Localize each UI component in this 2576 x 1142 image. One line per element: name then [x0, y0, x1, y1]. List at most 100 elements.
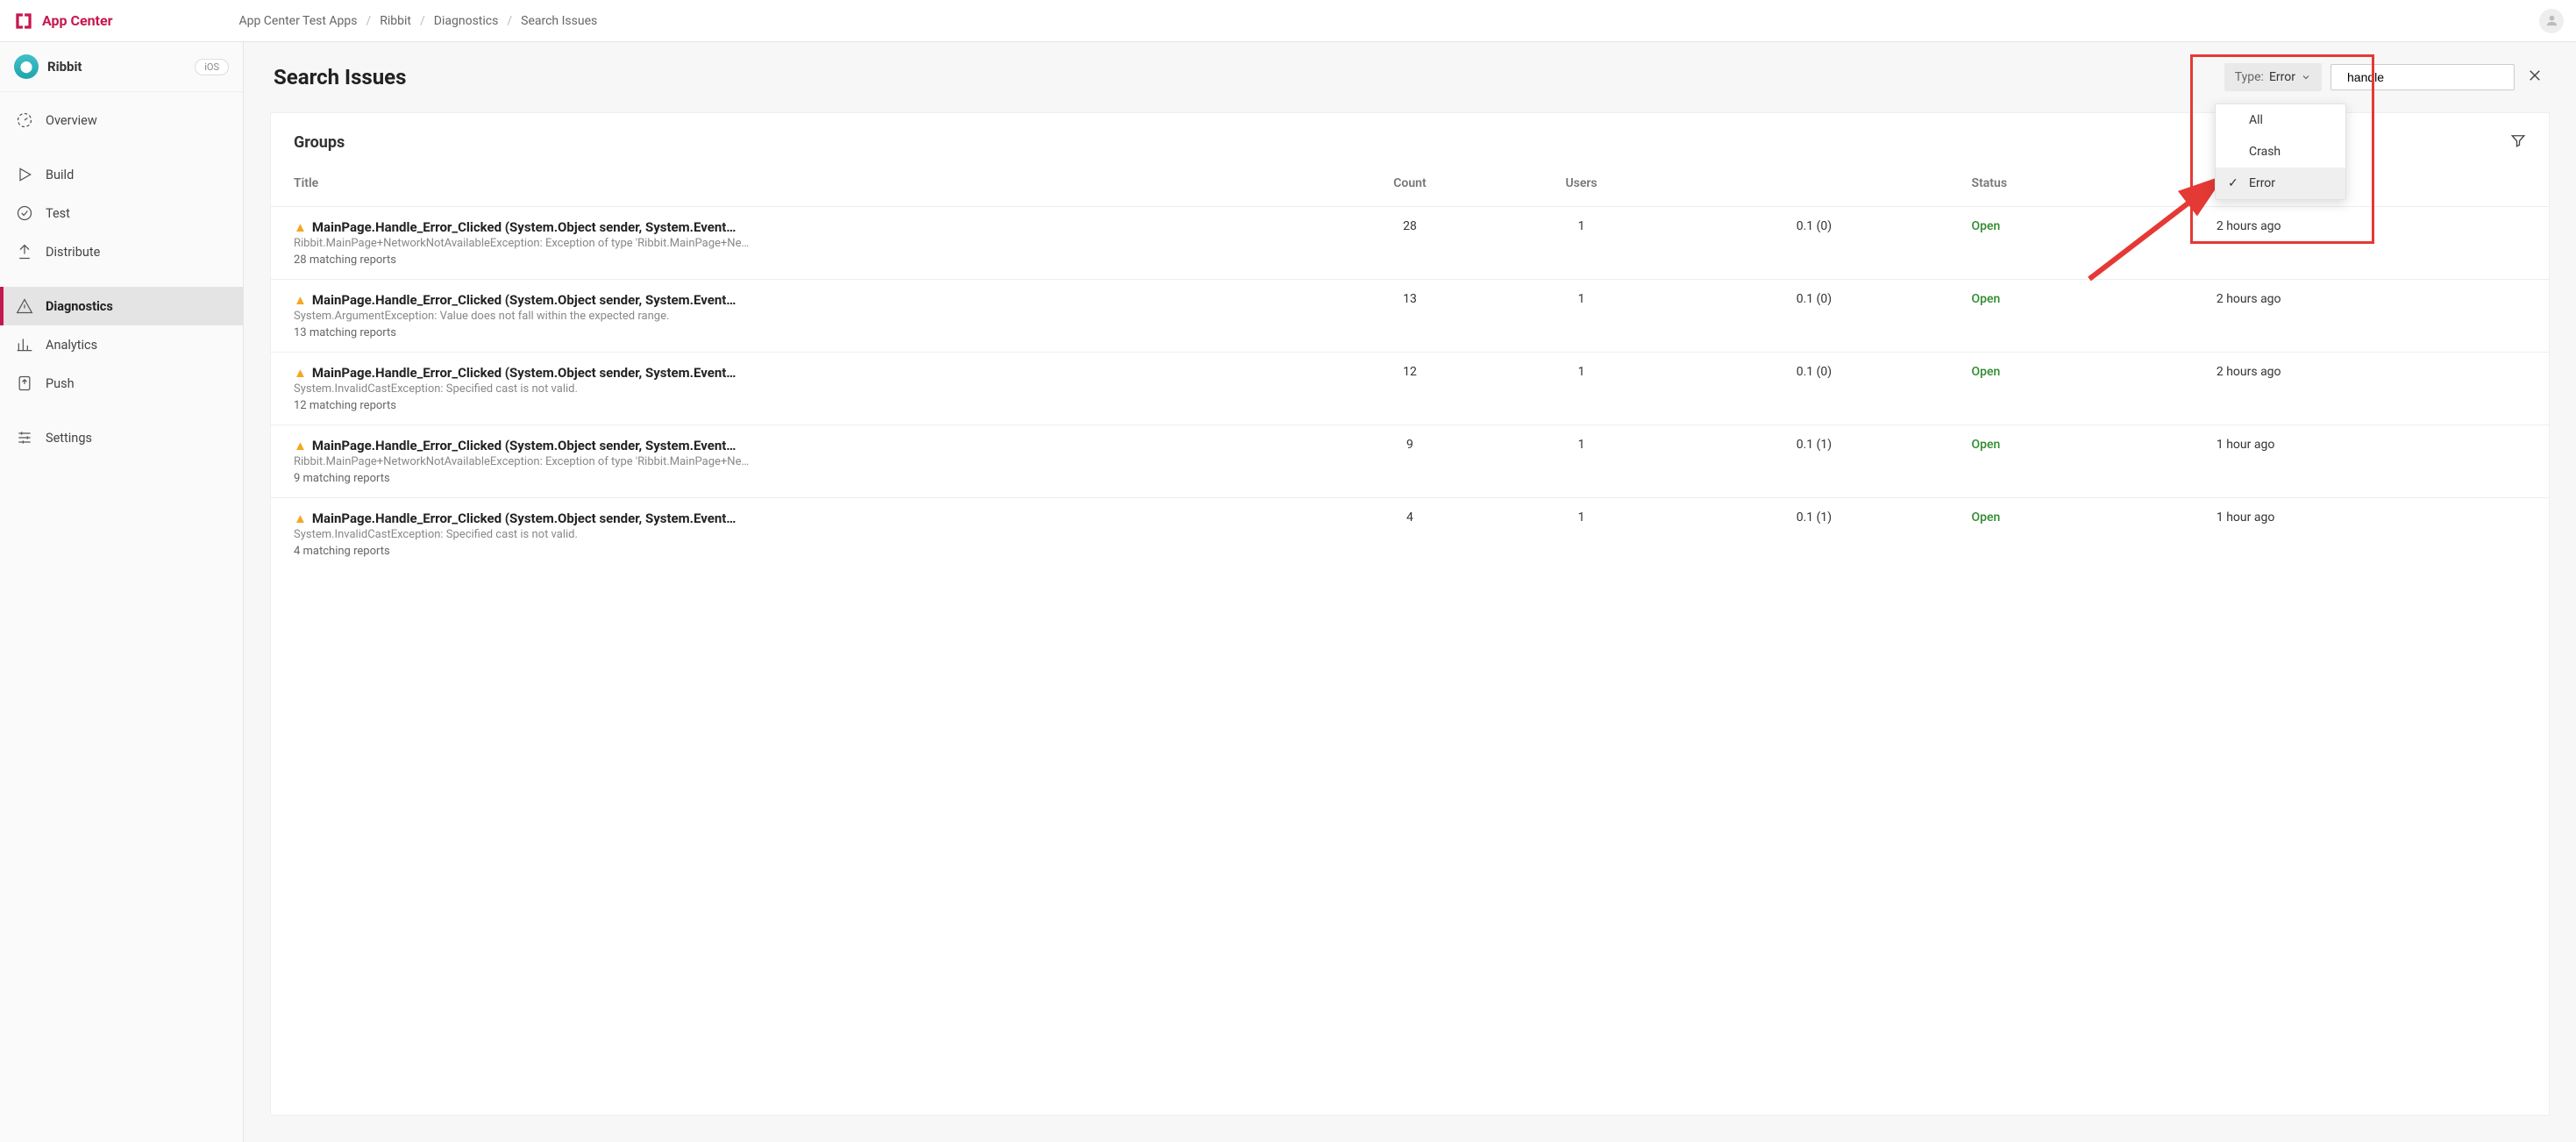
cell-last-report: 1 hour ago — [2206, 425, 2549, 498]
col-count[interactable]: Count — [1324, 161, 1496, 207]
table-row[interactable]: ▲MainPage.Handle_Error_Clicked (System.O… — [271, 207, 2549, 280]
cell-users: 1 — [1496, 280, 1668, 353]
type-filter-label: Type: — [2235, 70, 2264, 84]
main-content: Search Issues Type: Error ✓ — [244, 42, 2576, 1142]
type-option-label: Crash — [2249, 145, 2281, 159]
sidebar-item-overview[interactable]: Overview — [0, 101, 243, 139]
cell-version: 0.1 (0) — [1667, 353, 1960, 425]
brand-label: App Center — [42, 12, 112, 29]
table-row[interactable]: ▲ MainPage.Handle_Error_Clicked (System.O… — [271, 353, 2549, 425]
type-filter-menu: ✓ All ✓ Crash ✓ Error — [2215, 103, 2346, 200]
warning-triangle-icon: ▲ — [294, 510, 307, 526]
user-icon — [2544, 13, 2559, 28]
page-title: Search Issues — [274, 65, 406, 89]
cell-count: 4 — [1324, 498, 1496, 571]
filter-button[interactable] — [2510, 132, 2526, 152]
issue-subtitle: System.InvalidCastException: Specified c… — [294, 382, 1313, 396]
issue-title-text: MainPage.Handle_Error_Clicked (System.Ob… — [312, 365, 737, 381]
sidebar-item-analytics[interactable]: Analytics — [0, 325, 243, 364]
page-header: Search Issues Type: Error ✓ — [244, 42, 2576, 112]
table-row[interactable]: ▲MainPage.Handle_Error_Clicked (System.O… — [271, 498, 2549, 571]
sidebar-item-label: Overview — [46, 113, 97, 128]
platform-badge: iOS — [195, 59, 229, 75]
distribute-icon — [16, 243, 33, 261]
cell-count: 12 — [1324, 353, 1496, 425]
play-icon — [16, 166, 33, 183]
cell-version: 0.1 (1) — [1667, 498, 1960, 571]
cell-last-report: 2 hours ago — [2206, 353, 2549, 425]
cell-status: Open — [1961, 280, 2206, 353]
cell-last-report: 2 hours ago — [2206, 280, 2549, 353]
app-icon: ⬤ — [14, 54, 39, 79]
type-filter-value: Error — [2269, 70, 2295, 84]
card-header: Groups — [271, 113, 2549, 161]
sidebar-item-label: Test — [46, 206, 70, 221]
type-option-label: Error — [2249, 176, 2275, 190]
cell-version: 0.1 (0) — [1667, 280, 1960, 353]
crumb-org[interactable]: App Center Test Apps — [238, 14, 357, 28]
cell-last-report: 1 hour ago — [2206, 498, 2549, 571]
check-circle-icon — [16, 204, 33, 222]
table-header-row: Title Count Users Status Last report — [271, 161, 2549, 207]
col-title[interactable]: Title — [271, 161, 1324, 207]
sidebar-item-label: Settings — [46, 431, 92, 446]
col-users[interactable]: Users — [1496, 161, 1668, 207]
app-switcher[interactable]: ⬤ Ribbit iOS — [0, 42, 243, 92]
groups-heading: Groups — [294, 133, 345, 152]
col-version[interactable] — [1667, 161, 1960, 207]
top-header: App Center App Center Test Apps / Ribbit… — [0, 0, 2576, 42]
sidebar-item-diagnostics[interactable]: Diagnostics — [0, 287, 243, 325]
sliders-icon — [16, 429, 33, 446]
app-name: Ribbit — [47, 59, 82, 75]
close-icon — [2527, 68, 2543, 83]
type-option-all[interactable]: ✓ All — [2216, 104, 2345, 136]
cell-count: 28 — [1324, 207, 1496, 280]
search-box[interactable] — [2330, 64, 2515, 90]
warning-triangle-icon: ▲ — [294, 365, 307, 381]
appcenter-logo-icon — [12, 10, 35, 32]
sidebar-item-test[interactable]: Test — [0, 194, 243, 232]
user-avatar[interactable] — [2539, 9, 2564, 33]
breadcrumb: App Center Test Apps / Ribbit / Diagnost… — [238, 14, 597, 28]
table-row[interactable]: ▲MainPage.Handle_Error_Clicked (System.O… — [271, 280, 2549, 353]
issue-match-count: 12 matching reports — [294, 399, 1313, 412]
sidebar: ⬤ Ribbit iOS Overview Build Test Distrib… — [0, 42, 244, 1142]
issue-title-text: MainPage.Handle_Error_Clicked (System.Ob… — [312, 438, 737, 453]
sidebar-item-label: Distribute — [46, 245, 100, 260]
sidebar-item-label: Build — [46, 168, 74, 182]
cell-count: 13 — [1324, 280, 1496, 353]
push-icon — [16, 375, 33, 392]
filter-icon — [2510, 132, 2526, 148]
sidebar-item-label: Diagnostics — [46, 299, 113, 314]
cell-count: 9 — [1324, 425, 1496, 498]
warning-triangle-icon: ▲ — [294, 292, 307, 308]
crumb-app[interactable]: Ribbit — [380, 14, 411, 28]
issue-subtitle: System.ArgumentException: Value does not… — [294, 310, 1313, 323]
crumb-section[interactable]: Diagnostics — [434, 14, 499, 28]
issue-match-count: 28 matching reports — [294, 253, 1313, 267]
issue-match-count: 4 matching reports — [294, 545, 1313, 558]
sidebar-item-label: Push — [46, 376, 75, 391]
type-option-crash[interactable]: ✓ Crash — [2216, 136, 2345, 168]
issues-card: Groups Title Count Users Status Las — [270, 112, 2550, 1116]
search-input[interactable] — [2347, 70, 2506, 84]
close-search-button[interactable] — [2523, 64, 2546, 91]
warning-triangle-icon: ▲ — [294, 438, 307, 453]
col-status[interactable]: Status — [1961, 161, 2206, 207]
type-option-error[interactable]: ✓ Error — [2216, 168, 2345, 199]
sidebar-item-settings[interactable]: Settings — [0, 418, 243, 457]
sidebar-item-push[interactable]: Push — [0, 364, 243, 403]
issue-subtitle: Ribbit.MainPage+NetworkNotAvailableExcep… — [294, 455, 1313, 468]
gauge-icon — [16, 111, 33, 129]
bar-chart-icon — [16, 336, 33, 353]
sidebar-item-distribute[interactable]: Distribute — [0, 232, 243, 271]
brand[interactable]: App Center — [12, 10, 112, 32]
cell-status: Open — [1961, 425, 2206, 498]
warning-triangle-icon: ▲ — [294, 219, 307, 235]
chevron-down-icon — [2301, 72, 2311, 82]
table-row[interactable]: ▲ MainPage.Handle_Error_Clicked (System.O… — [271, 425, 2549, 498]
sidebar-item-build[interactable]: Build — [0, 155, 243, 194]
type-option-label: All — [2249, 113, 2263, 127]
crumb-page[interactable]: Search Issues — [521, 14, 597, 28]
type-filter-dropdown[interactable]: Type: Error — [2224, 63, 2322, 91]
